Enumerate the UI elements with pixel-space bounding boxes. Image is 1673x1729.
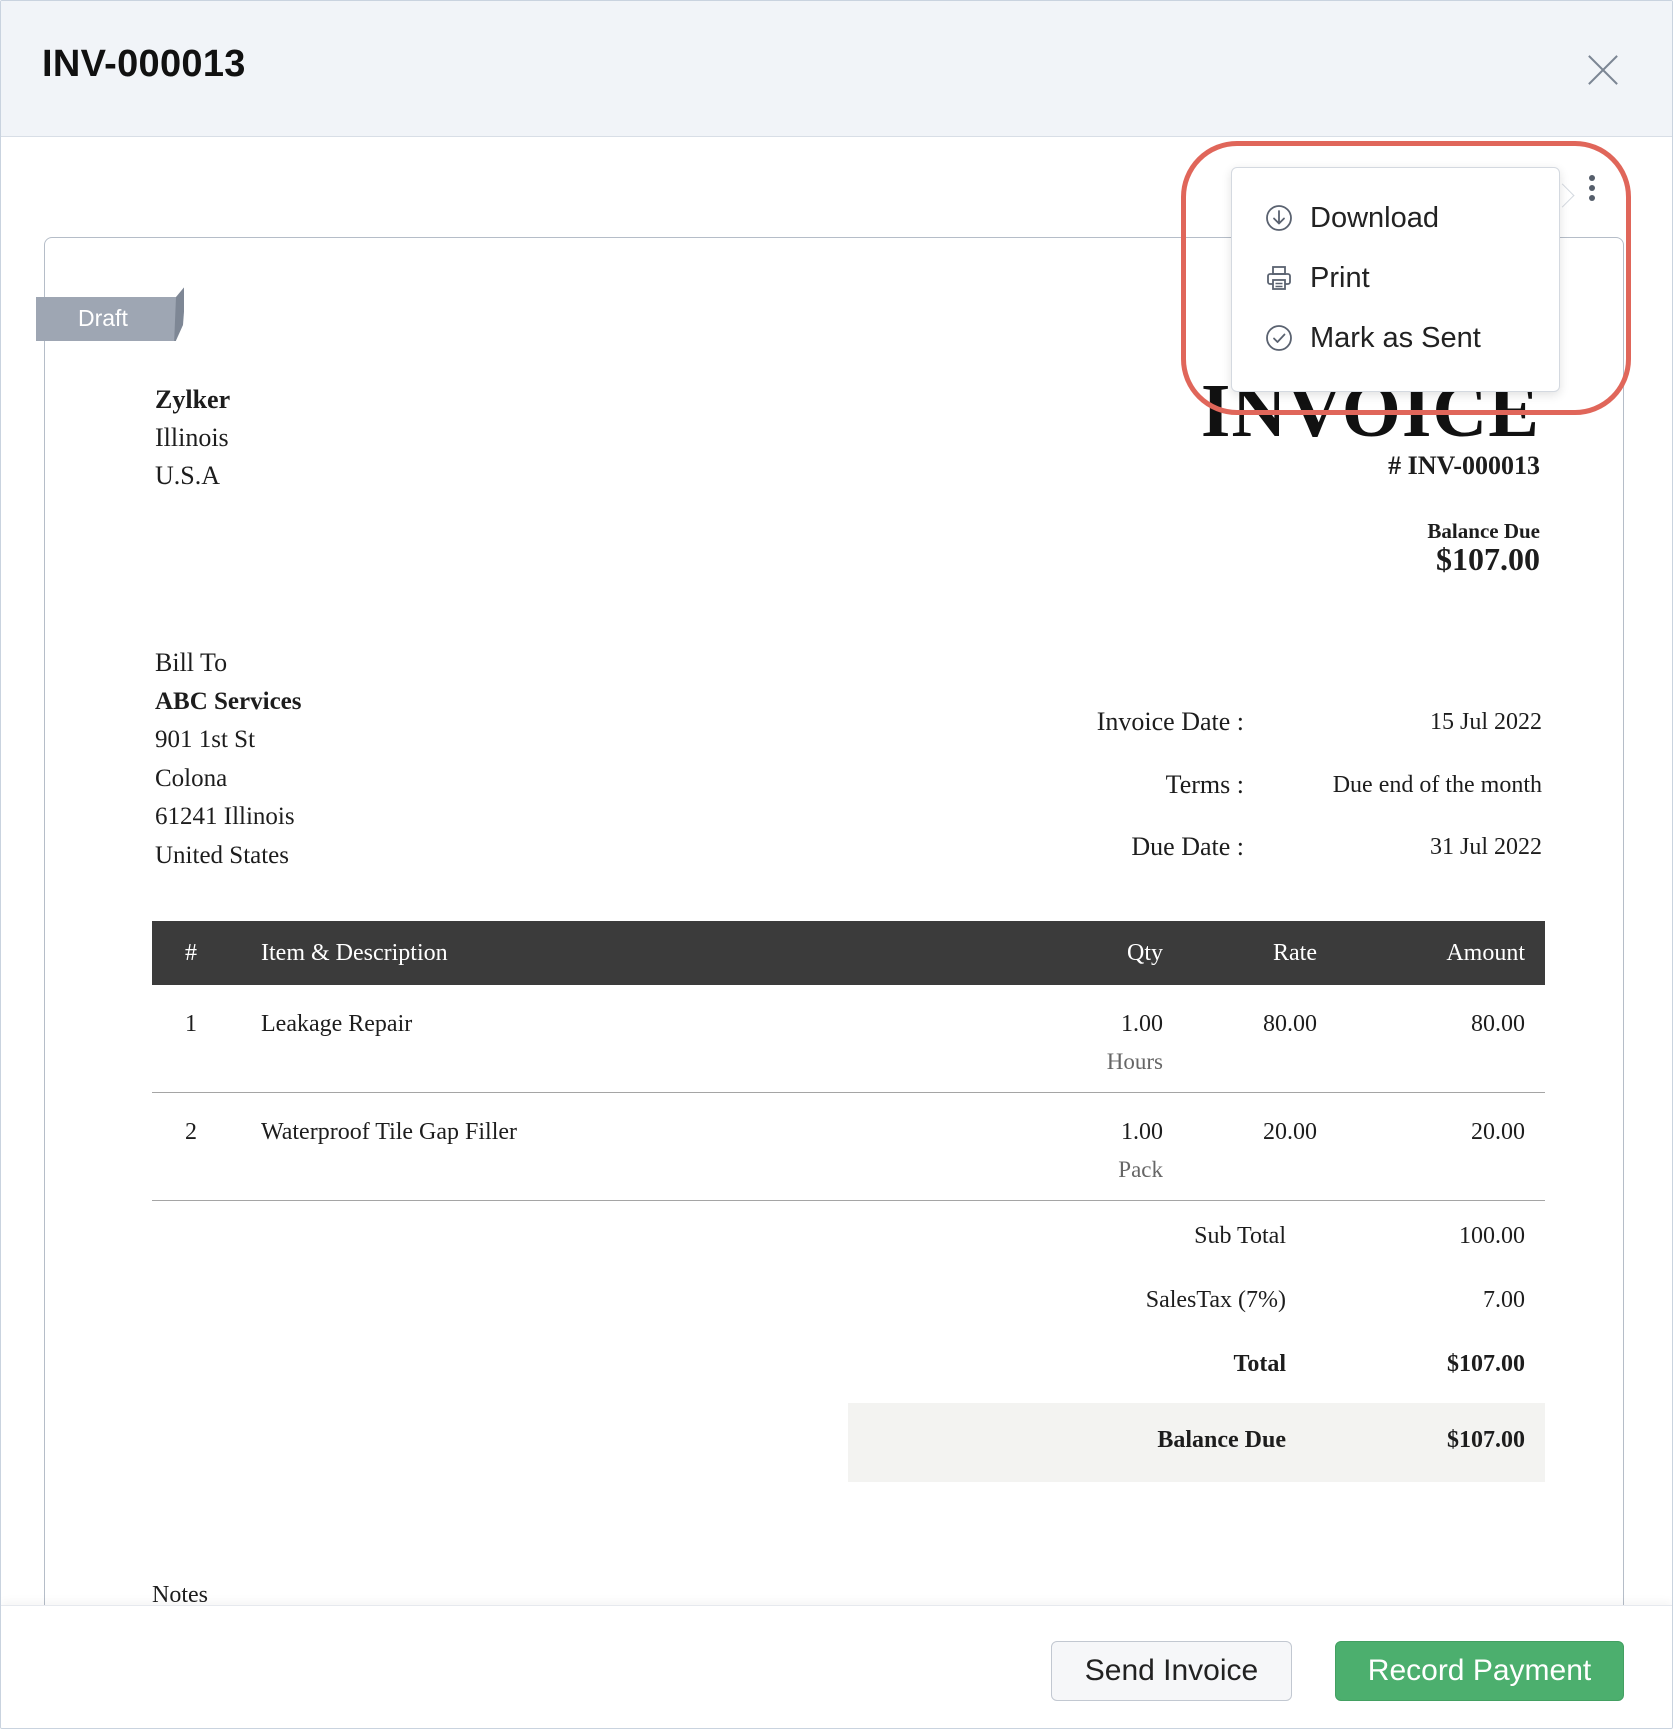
total-label: Total (1233, 1351, 1286, 1377)
status-ribbon: Draft (36, 287, 184, 345)
balance-due-row-value: $107.00 (1447, 1427, 1525, 1453)
tax-label: SalesTax (7%) (1145, 1287, 1286, 1313)
invoice-modal: INV-000013 Draft Zylker Illinois U.S.A I… (0, 0, 1673, 1729)
row-qty: 1.00 (1121, 1119, 1163, 1145)
terms-label: Terms : (1165, 770, 1244, 799)
table-row: 2 Waterproof Tile Gap Filler 1.00 Pack 2… (152, 1093, 1545, 1201)
modal-footer: Send Invoice Record Payment (1, 1605, 1672, 1728)
menu-item-label: Mark as Sent (1310, 322, 1481, 354)
company-address-line: Illinois (155, 423, 229, 452)
column-header-description: Item & Description (261, 940, 448, 966)
column-header-qty: Qty (1127, 940, 1163, 966)
row-number: 1 (185, 1011, 197, 1037)
row-rate: 20.00 (1263, 1119, 1317, 1145)
tax-row: SalesTax (7%) 7.00 (848, 1275, 1545, 1339)
bill-to-block: Bill To ABC Services 901 1st St Colona 6… (155, 644, 302, 875)
record-payment-button[interactable]: Record Payment (1335, 1641, 1624, 1701)
balance-due-value: $107.00 (1436, 541, 1540, 577)
bill-to-label: Bill To (155, 648, 228, 677)
customer-name: ABC Services (155, 687, 302, 715)
menu-item-download[interactable]: Download (1232, 190, 1559, 246)
send-invoice-button[interactable]: Send Invoice (1051, 1641, 1292, 1701)
row-rate: 80.00 (1263, 1011, 1317, 1037)
line-items-table: # Item & Description Qty Rate Amount 1 L… (152, 921, 1545, 1201)
close-icon[interactable] (1586, 53, 1620, 87)
column-header-amount: Amount (1446, 940, 1525, 966)
status-badge: Draft (78, 305, 128, 331)
tax-value: 7.00 (1483, 1287, 1525, 1313)
printer-icon (1267, 266, 1291, 290)
customer-address-line: Colona (155, 764, 228, 792)
row-amount: 20.00 (1471, 1119, 1525, 1145)
row-qty: 1.00 (1121, 1011, 1163, 1037)
more-options-icon[interactable] (1581, 173, 1603, 205)
menu-item-mark-as-sent[interactable]: Mark as Sent (1232, 310, 1559, 366)
column-header-number: # (185, 940, 197, 966)
menu-item-label: Download (1310, 202, 1439, 234)
balance-due-row-label: Balance Due (1157, 1427, 1286, 1453)
column-header-rate: Rate (1273, 940, 1317, 966)
invoice-date-row: Invoice Date : 15 Jul 2022 (1001, 707, 1542, 747)
terms-row: Terms : Due end of the month (1001, 770, 1542, 810)
subtotal-row: Sub Total 100.00 (848, 1211, 1545, 1275)
balance-due-row: Balance Due $107.00 (848, 1403, 1545, 1482)
customer-address-line: 901 1st St (155, 726, 256, 753)
more-options-menu: Download Print Mark as Sent (1231, 167, 1560, 392)
total-row: Total $107.00 (848, 1339, 1545, 1403)
invoice-date-label: Invoice Date : (1096, 707, 1244, 736)
table-header: # Item & Description Qty Rate Amount (152, 921, 1545, 985)
check-circle-icon (1266, 325, 1292, 351)
subtotal-label: Sub Total (1194, 1223, 1286, 1249)
row-description: Leakage Repair (261, 1011, 413, 1037)
invoice-date-value: 15 Jul 2022 (1429, 709, 1542, 735)
invoice-number: # INV-000013 (1388, 451, 1540, 480)
due-date-row: Due Date : 31 Jul 2022 (1001, 832, 1542, 872)
modal-title: INV-000013 (42, 43, 246, 85)
row-unit: Pack (1118, 1157, 1163, 1182)
download-circle-icon (1266, 205, 1292, 231)
modal-header: INV-000013 (1, 1, 1672, 137)
company-address: Zylker Illinois U.S.A (155, 381, 230, 495)
row-amount: 80.00 (1471, 1011, 1525, 1037)
subtotal-value: 100.00 (1459, 1223, 1525, 1249)
customer-address-line: United States (155, 841, 290, 869)
row-unit: Hours (1106, 1049, 1163, 1074)
company-address-line: U.S.A (155, 461, 221, 490)
total-value: $107.00 (1447, 1351, 1525, 1377)
terms-value: Due end of the month (1332, 772, 1542, 798)
due-date-value: 31 Jul 2022 (1429, 834, 1542, 860)
company-name: Zylker (155, 385, 231, 414)
row-description: Waterproof Tile Gap Filler (261, 1119, 518, 1145)
table-row: 1 Leakage Repair 1.00 Hours 80.00 80.00 (152, 985, 1545, 1093)
menu-item-print[interactable]: Print (1232, 250, 1559, 306)
due-date-label: Due Date : (1131, 832, 1244, 861)
menu-item-label: Print (1310, 262, 1370, 294)
totals-block: Sub Total 100.00 SalesTax (7%) 7.00 Tota… (848, 1211, 1545, 1482)
row-number: 2 (185, 1119, 197, 1145)
customer-address-line: 61241 Illinois (155, 803, 295, 830)
